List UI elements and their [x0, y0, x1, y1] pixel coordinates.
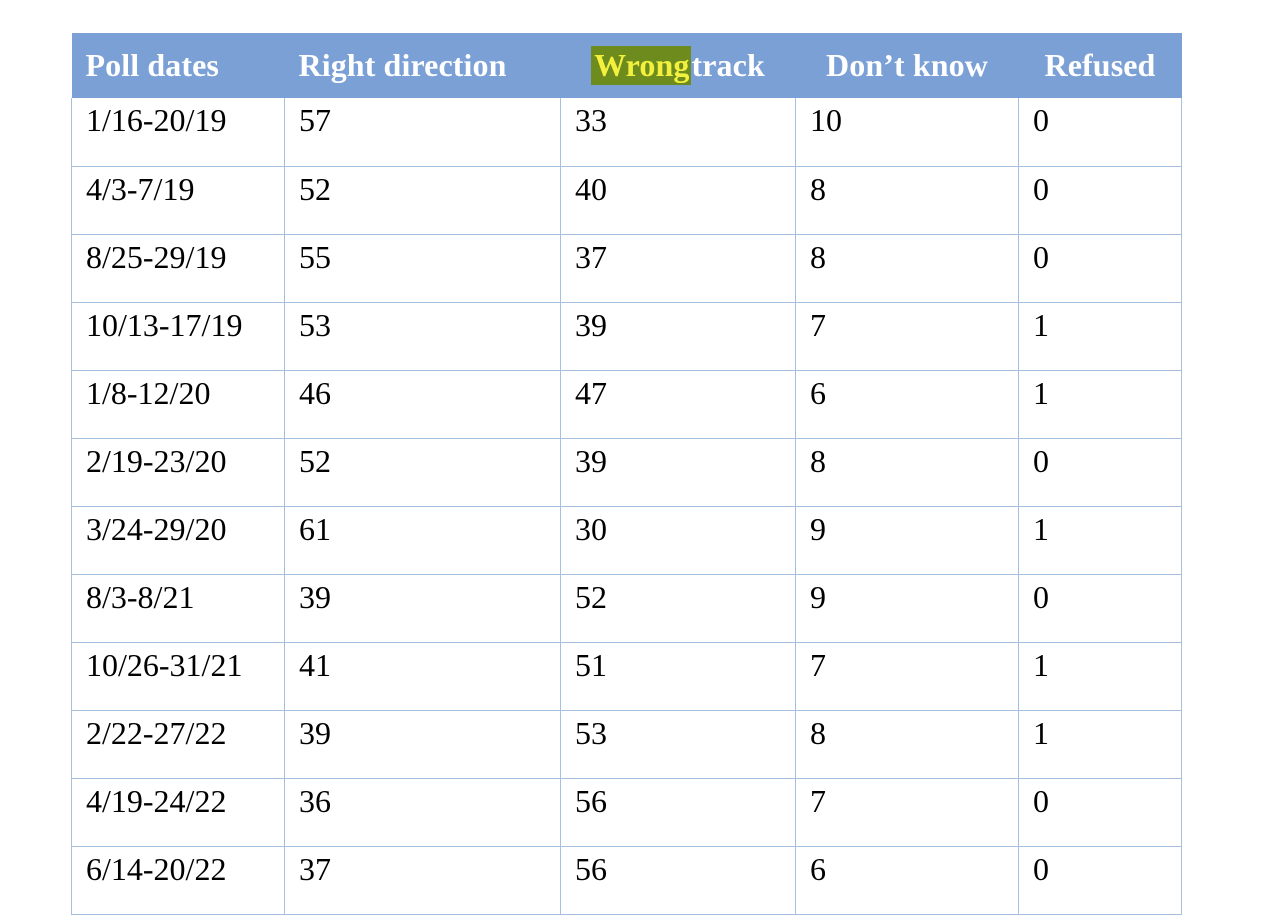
poll-results-table: Poll dates Right direction Wrongtrack Do…	[71, 33, 1182, 915]
cell-dont-know: 10	[795, 98, 1019, 167]
cell-wrong-track: 39	[560, 437, 796, 507]
cell-poll-dates: 2/22-27/22	[71, 709, 285, 779]
table-row: 2/19-23/20 52 39 8 0	[71, 437, 1182, 507]
cell-refused: 0	[1018, 165, 1182, 235]
cell-poll-dates: 10/26-31/21	[71, 641, 285, 711]
cell-dont-know: 8	[795, 233, 1019, 303]
cell-refused: 0	[1018, 573, 1182, 643]
column-header-poll-dates-label: Poll dates	[85, 47, 219, 83]
column-header-wrong-highlight: Wrong	[591, 46, 692, 85]
cell-refused: 1	[1018, 709, 1182, 779]
cell-dont-know: 8	[795, 437, 1019, 507]
table-row: 3/24-29/20 61 30 9 1	[71, 505, 1182, 575]
cell-wrong-track: 30	[560, 505, 796, 575]
cell-right-direction: 36	[284, 777, 561, 847]
cell-right-direction: 53	[284, 301, 561, 371]
cell-wrong-track: 52	[560, 573, 796, 643]
table-row: 8/25-29/19 55 37 8 0	[71, 233, 1182, 303]
cell-poll-dates: 8/25-29/19	[71, 233, 285, 303]
cell-poll-dates: 8/3-8/21	[71, 573, 285, 643]
cell-poll-dates: 1/8-12/20	[71, 369, 285, 439]
cell-refused: 1	[1018, 641, 1182, 711]
table-row: 2/22-27/22 39 53 8 1	[71, 709, 1182, 779]
cell-dont-know: 7	[795, 301, 1019, 371]
table-row: 4/19-24/22 36 56 7 0	[71, 777, 1182, 847]
cell-wrong-track: 53	[560, 709, 796, 779]
table-row: 10/13-17/19 53 39 7 1	[71, 301, 1182, 371]
cell-dont-know: 8	[795, 709, 1019, 779]
cell-right-direction: 52	[284, 437, 561, 507]
table-row: 4/3-7/19 52 40 8 0	[71, 165, 1182, 235]
cell-poll-dates: 3/24-29/20	[71, 505, 285, 575]
cell-right-direction: 55	[284, 233, 561, 303]
column-header-dont-know-label: Don’t know	[826, 47, 988, 83]
cell-poll-dates: 6/14-20/22	[71, 845, 285, 915]
cell-poll-dates: 4/3-7/19	[71, 165, 285, 235]
cell-refused: 1	[1018, 505, 1182, 575]
cell-refused: 0	[1018, 233, 1182, 303]
cell-right-direction: 39	[284, 709, 561, 779]
cell-refused: 0	[1018, 98, 1182, 167]
table-header-row: Poll dates Right direction Wrongtrack Do…	[71, 33, 1182, 98]
cell-wrong-track: 51	[560, 641, 796, 711]
cell-dont-know: 7	[795, 777, 1019, 847]
cell-right-direction: 37	[284, 845, 561, 915]
table-body: 1/16-20/19 57 33 10 0 4/3-7/19 52 40 8 0 8/25-29/1…	[71, 98, 1182, 915]
table-header: Poll dates Right direction Wrongtrack Do…	[71, 33, 1182, 98]
cell-dont-know: 7	[795, 641, 1019, 711]
column-header-right-direction[interactable]: Right direction	[285, 33, 561, 98]
cell-wrong-track: 47	[560, 369, 796, 439]
column-header-poll-dates[interactable]: Poll dates	[72, 33, 285, 98]
cell-poll-dates: 10/13-17/19	[71, 301, 285, 371]
column-header-track-label: track	[691, 47, 765, 83]
column-header-refused[interactable]: Refused	[1019, 33, 1182, 98]
poll-results-table-container: Poll dates Right direction Wrongtrack Do…	[71, 33, 1182, 915]
cell-right-direction: 41	[284, 641, 561, 711]
cell-right-direction: 52	[284, 165, 561, 235]
cell-refused: 0	[1018, 437, 1182, 507]
column-header-wrong-track[interactable]: Wrongtrack	[561, 33, 796, 98]
table-row: 8/3-8/21 39 52 9 0	[71, 573, 1182, 643]
cell-right-direction: 57	[284, 98, 561, 167]
cell-poll-dates: 1/16-20/19	[71, 98, 285, 167]
cell-wrong-track: 39	[560, 301, 796, 371]
cell-wrong-track: 40	[560, 165, 796, 235]
table-row: 6/14-20/22 37 56 6 0	[71, 845, 1182, 915]
cell-wrong-track: 33	[560, 98, 796, 167]
cell-poll-dates: 2/19-23/20	[71, 437, 285, 507]
column-header-dont-know[interactable]: Don’t know	[796, 33, 1019, 98]
table-row: 1/16-20/19 57 33 10 0	[71, 98, 1182, 167]
cell-refused: 1	[1018, 301, 1182, 371]
table-row: 1/8-12/20 46 47 6 1	[71, 369, 1182, 439]
cell-right-direction: 61	[284, 505, 561, 575]
table-row: 10/26-31/21 41 51 7 1	[71, 641, 1182, 711]
cell-dont-know: 8	[795, 165, 1019, 235]
cell-wrong-track: 37	[560, 233, 796, 303]
cell-refused: 1	[1018, 369, 1182, 439]
cell-dont-know: 6	[795, 845, 1019, 915]
cell-dont-know: 6	[795, 369, 1019, 439]
cell-wrong-track: 56	[560, 777, 796, 847]
column-header-refused-label: Refused	[1044, 47, 1156, 83]
cell-poll-dates: 4/19-24/22	[71, 777, 285, 847]
cell-refused: 0	[1018, 777, 1182, 847]
cell-refused: 0	[1018, 845, 1182, 915]
column-header-right-direction-label: Right direction	[298, 47, 507, 83]
cell-right-direction: 46	[284, 369, 561, 439]
cell-dont-know: 9	[795, 505, 1019, 575]
cell-dont-know: 9	[795, 573, 1019, 643]
cell-right-direction: 39	[284, 573, 561, 643]
cell-wrong-track: 56	[560, 845, 796, 915]
